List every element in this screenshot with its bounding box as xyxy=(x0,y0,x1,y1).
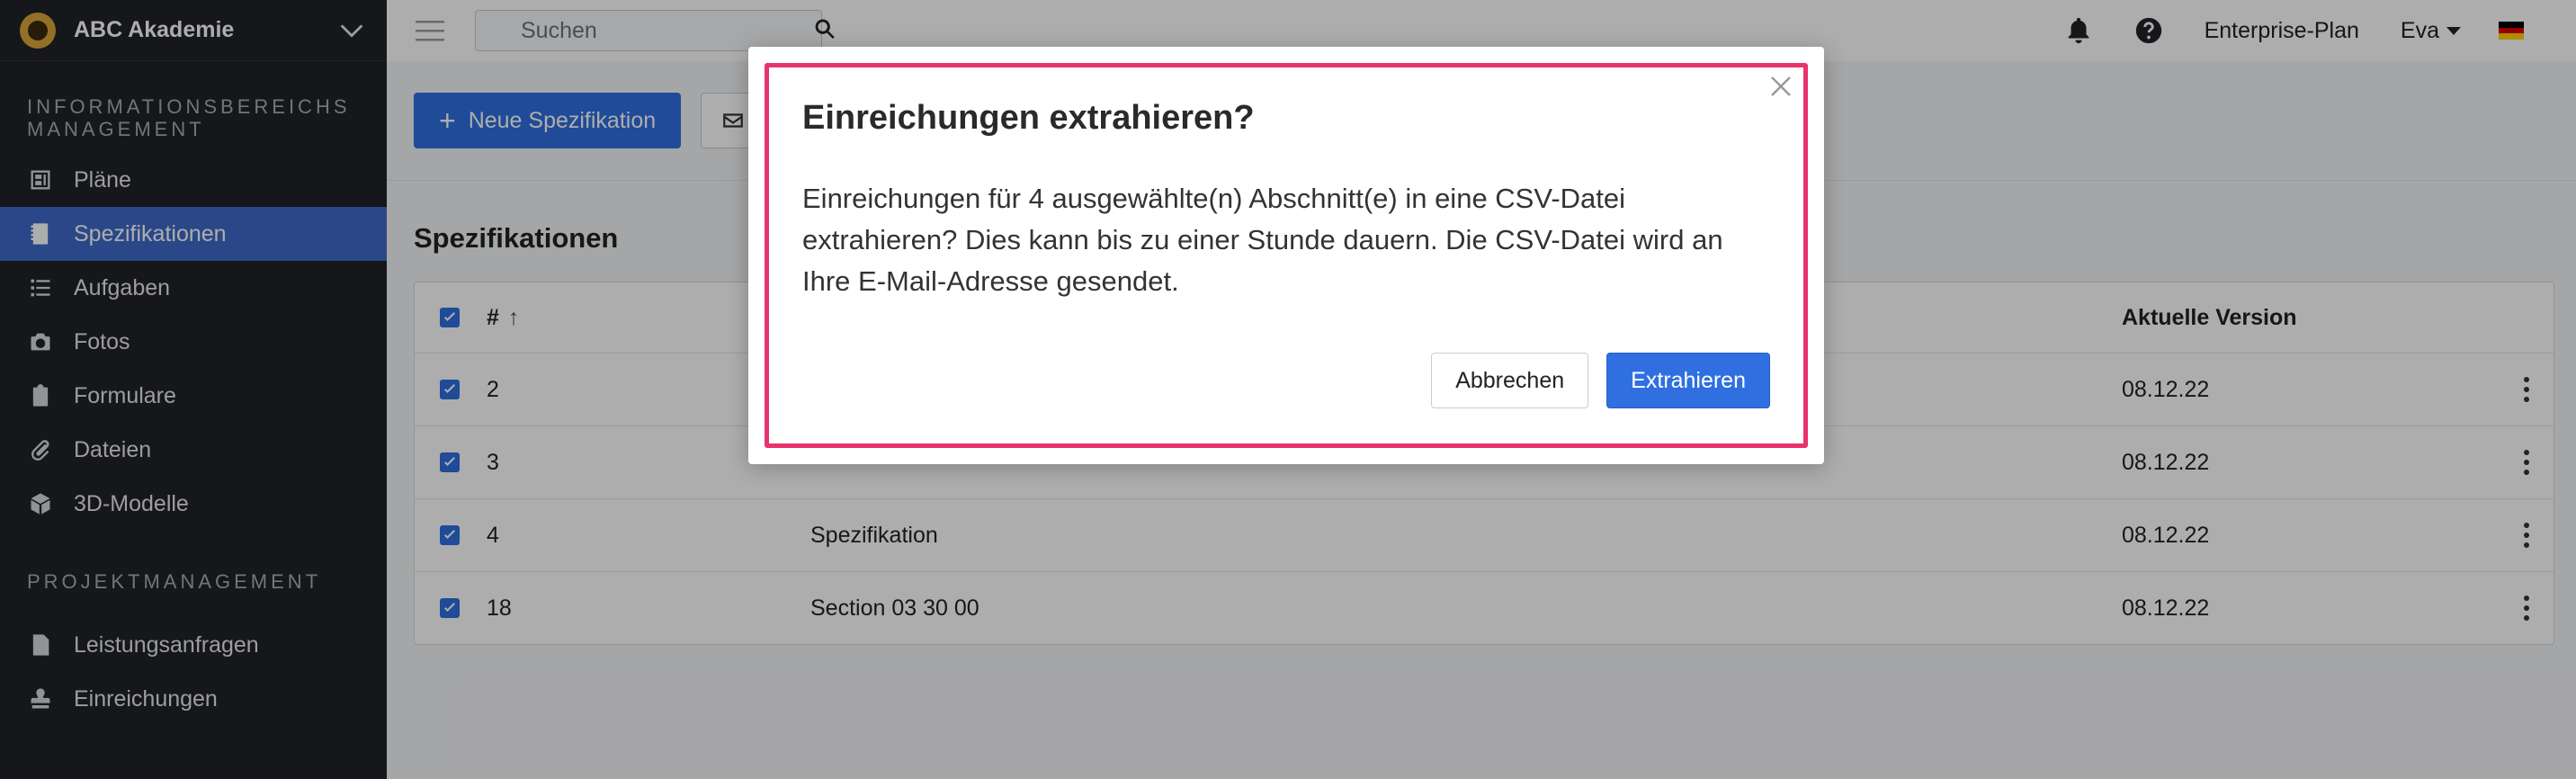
extract-button[interactable]: Extrahieren xyxy=(1606,353,1770,408)
extract-submissions-dialog: Einreichungen extrahieren? Einreichungen… xyxy=(748,47,1824,464)
dialog-title: Einreichungen extrahieren? xyxy=(802,99,1255,137)
cancel-button[interactable]: Abbrechen xyxy=(1431,353,1589,408)
dialog-actions: Abbrechen Extrahieren xyxy=(1431,353,1770,408)
dialog-message: Einreichungen für 4 ausgewählte(n) Absch… xyxy=(802,183,1723,297)
close-icon[interactable] xyxy=(1767,72,1795,101)
